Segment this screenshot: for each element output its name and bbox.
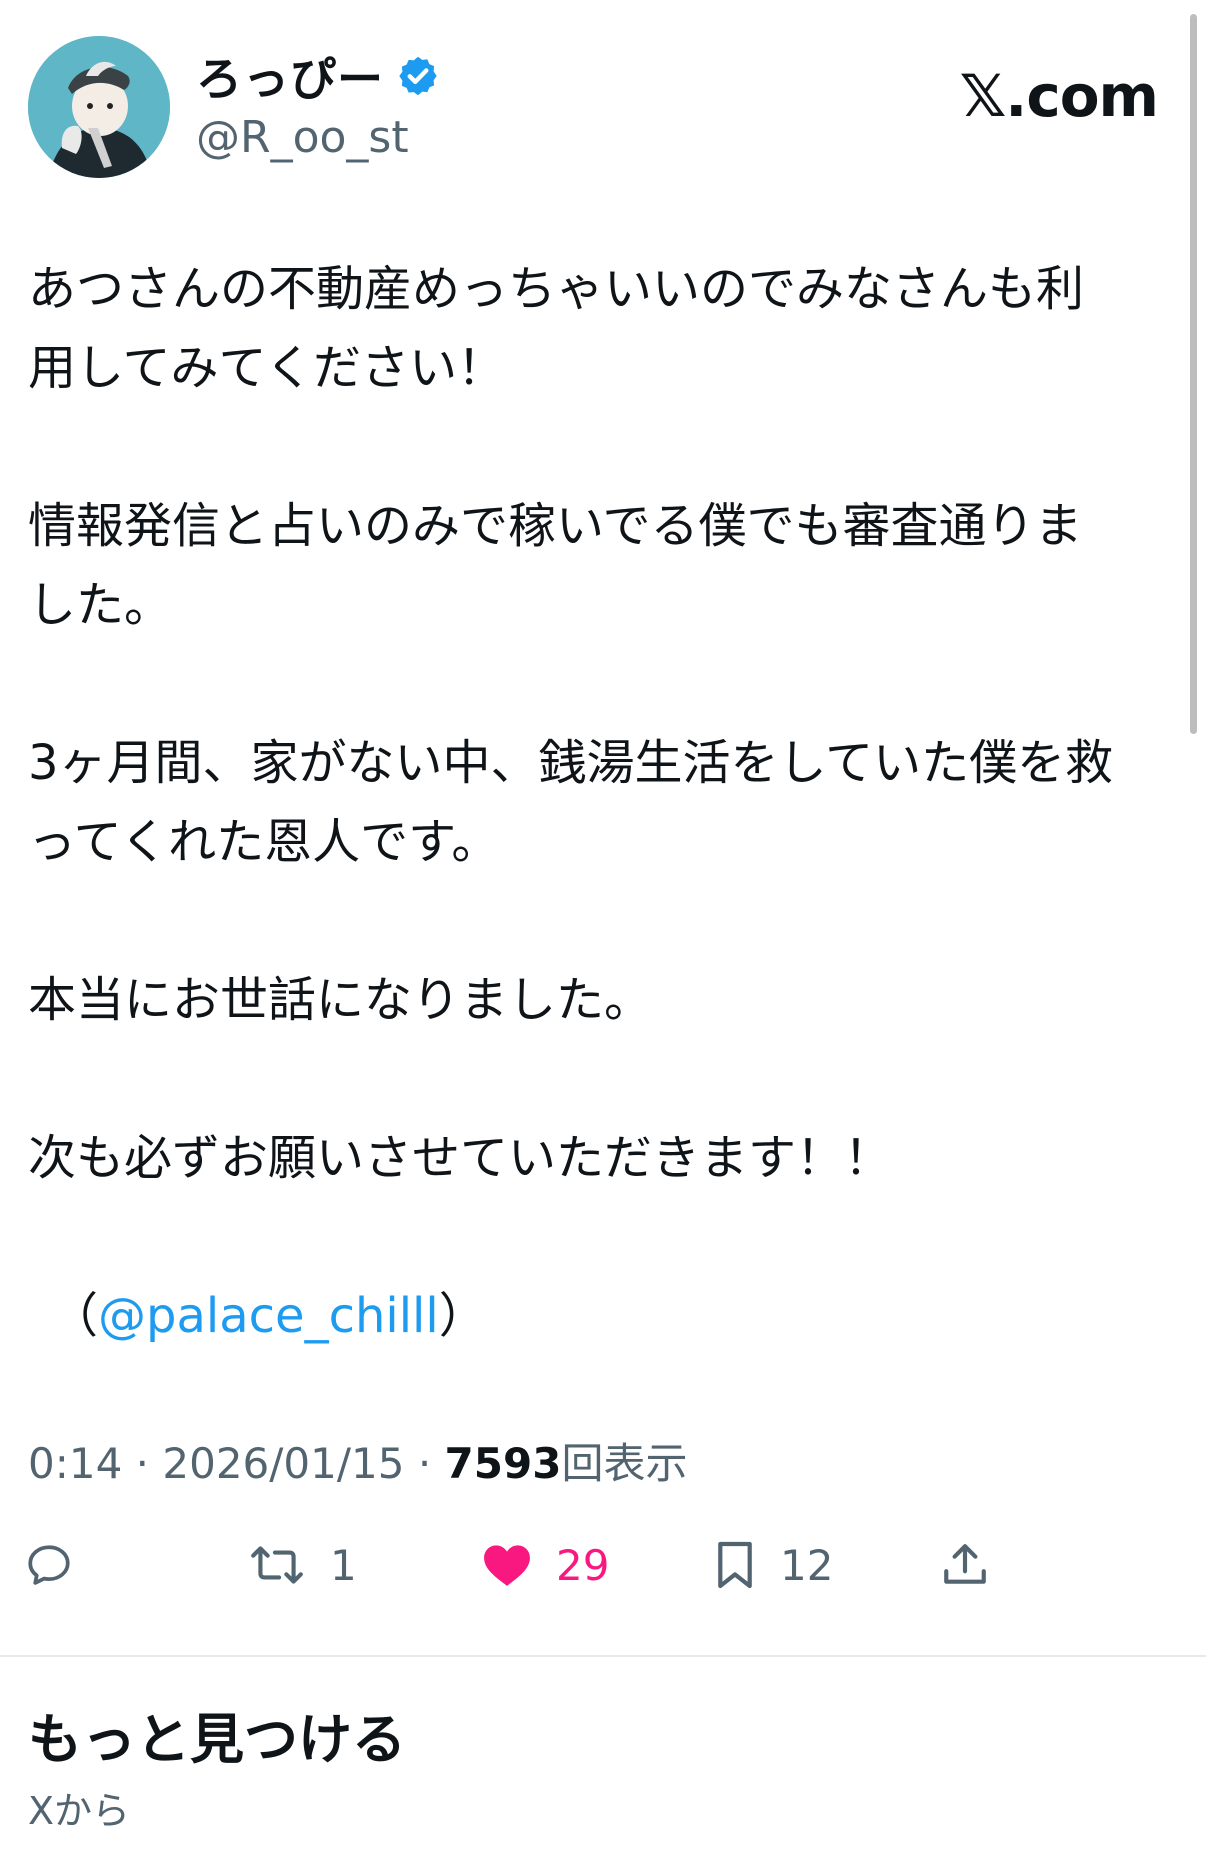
tweet-text: あつさんの不動産めっちゃいいのでみなさんも利 用してみてください！ 情報発信と占… bbox=[28, 250, 1188, 1356]
display-name-row: ろっぴー bbox=[196, 46, 440, 106]
bookmark-button[interactable]: 12 bbox=[714, 1525, 833, 1605]
tweet-header: ろっぴー @R_oo_st 𝕏.com bbox=[28, 36, 1159, 186]
tweet-meta: 0:14 · 2026/01/15 · 7593回表示 bbox=[28, 1430, 687, 1491]
tweet-date[interactable]: 2026/01/15 bbox=[162, 1439, 404, 1488]
mention-close-paren: ） bbox=[438, 1288, 487, 1344]
tweet-time[interactable]: 0:14 bbox=[28, 1439, 122, 1488]
tweet-paragraph: 情報発信と占いのみで稼いでる僕でも審査通りま した。 bbox=[28, 498, 1083, 633]
retweet-count: 1 bbox=[330, 1540, 357, 1590]
tweet-paragraph: 次も必ずお願いさせていただきます！！ bbox=[28, 1130, 893, 1186]
verified-badge-icon[interactable] bbox=[396, 54, 440, 98]
reply-button[interactable] bbox=[24, 1525, 74, 1605]
bookmark-count: 12 bbox=[780, 1540, 834, 1590]
retweet-button[interactable]: 1 bbox=[248, 1525, 357, 1605]
share-button[interactable] bbox=[940, 1525, 990, 1605]
view-count: 7593 bbox=[444, 1439, 562, 1488]
mention-line: （@palace_chilll） bbox=[28, 1277, 1188, 1356]
share-icon bbox=[944, 1544, 986, 1584]
display-name[interactable]: ろっぴー bbox=[196, 43, 384, 109]
tweet-paragraph: 本当にお世話になりました。 bbox=[28, 972, 653, 1028]
view-label: 回表示 bbox=[561, 1439, 688, 1488]
action-bar: 1 29 12 bbox=[0, 1525, 1206, 1605]
retweet-icon bbox=[251, 1546, 303, 1584]
meta-separator: · bbox=[404, 1439, 445, 1488]
avatar-illustration bbox=[28, 36, 170, 178]
avatar[interactable] bbox=[28, 36, 170, 178]
tweet-paragraph: あつさんの不動産めっちゃいいのでみなさんも利 用してみてください！ bbox=[28, 261, 1085, 396]
user-info: ろっぴー @R_oo_st bbox=[196, 46, 440, 163]
divider bbox=[0, 1655, 1206, 1657]
meta-separator: · bbox=[122, 1439, 163, 1488]
scrollbar[interactable] bbox=[1190, 14, 1197, 734]
tweet-paragraph: 3ヶ月間、家がない中、銭湯生活をしていた僕を救 ってくれた恩人です。 bbox=[28, 735, 1114, 870]
user-handle[interactable]: @R_oo_st bbox=[196, 112, 440, 163]
bookmark-icon bbox=[718, 1541, 752, 1589]
x-logo: 𝕏.com bbox=[959, 62, 1159, 130]
reply-icon bbox=[28, 1545, 70, 1585]
like-button[interactable]: 29 bbox=[482, 1525, 609, 1605]
mention-open-paren: （ bbox=[50, 1288, 99, 1344]
like-count: 29 bbox=[556, 1540, 610, 1590]
discover-more-subtitle: Xから bbox=[28, 1789, 131, 1833]
discover-more-title: もっと見つける bbox=[28, 1708, 406, 1771]
mention-link[interactable]: @palace_chilll bbox=[98, 1288, 439, 1344]
heart-icon bbox=[484, 1545, 530, 1586]
